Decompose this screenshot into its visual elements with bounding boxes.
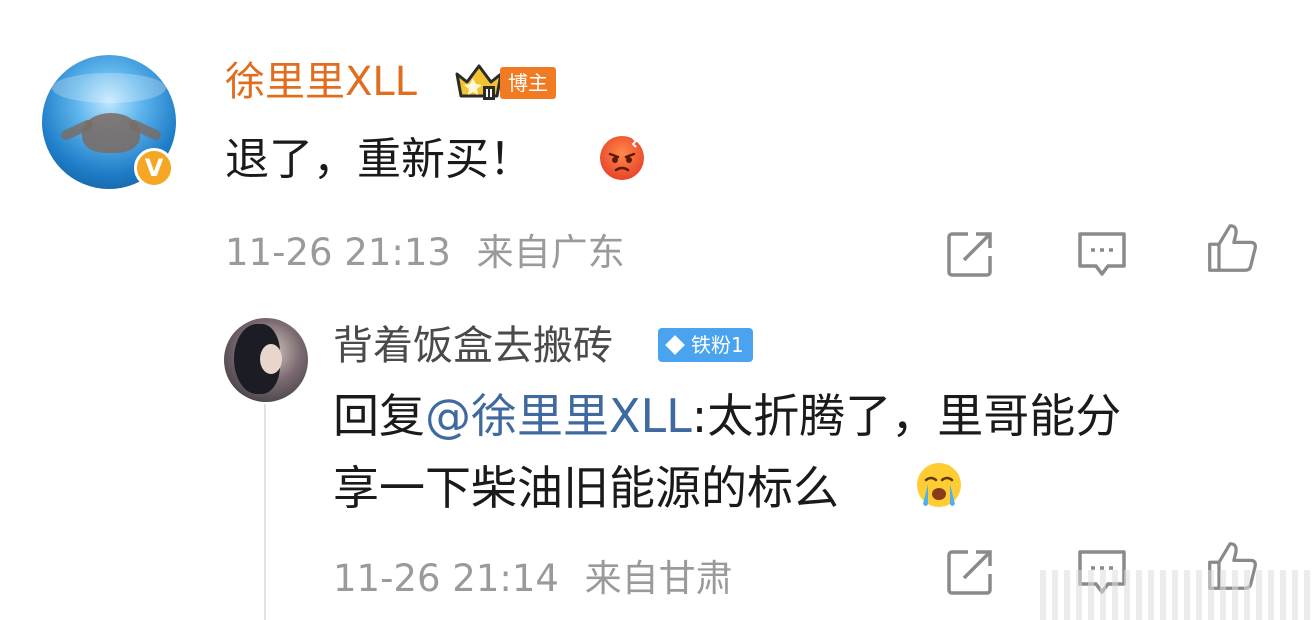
reply-username[interactable]: 背着饭盒去搬砖 — [333, 318, 613, 374]
reply-text-line: 享一下柴油旧能源的标么 — [333, 456, 839, 520]
like-icon[interactable] — [1206, 222, 1258, 274]
comment-icon[interactable] — [1076, 228, 1128, 280]
verified-badge-icon: V — [134, 148, 174, 188]
reply-text-line: 回复@徐里里XLL:太折腾了，里哥能分 — [333, 384, 1121, 448]
thread-line — [264, 404, 266, 620]
fan-badge: 铁粉1 — [658, 328, 753, 362]
avatar-face — [260, 344, 282, 374]
diamond-icon — [665, 334, 685, 355]
comment-time: 11-26 21:13 — [225, 231, 451, 274]
reply-meta: 11-26 21:14 来自甘肃 — [333, 552, 733, 606]
reply-location: 来自甘肃 — [584, 557, 733, 600]
reply-text: 享一下柴油旧能源的标么 — [333, 461, 839, 515]
avatar-swimmer — [82, 113, 140, 153]
fan-badge-label: 铁粉1 — [691, 333, 744, 357]
watermark-overlay — [1040, 570, 1316, 620]
comment-location: 来自广东 — [476, 231, 625, 274]
reply-time: 11-26 21:14 — [333, 557, 559, 600]
avatar-water-ripple — [52, 73, 166, 103]
reply-user-avatar[interactable] — [224, 318, 308, 402]
comment-username[interactable]: 徐里里XLL — [225, 52, 417, 112]
crown-icon — [455, 64, 503, 100]
reply-text: :太折腾了，里哥能分 — [691, 389, 1122, 443]
share-icon[interactable] — [944, 546, 996, 598]
mention-link[interactable]: @徐里里XLL — [425, 389, 692, 443]
share-icon[interactable] — [944, 228, 996, 280]
crying-face-emoji-icon — [917, 463, 961, 507]
blogger-tag: 博主 — [500, 67, 556, 99]
angry-face-emoji-icon — [600, 136, 644, 180]
comment-text: 退了，重新买！ — [225, 134, 533, 185]
comment-meta: 11-26 21:13 来自广东 — [225, 226, 625, 280]
reply-prefix: 回复 — [333, 389, 425, 443]
